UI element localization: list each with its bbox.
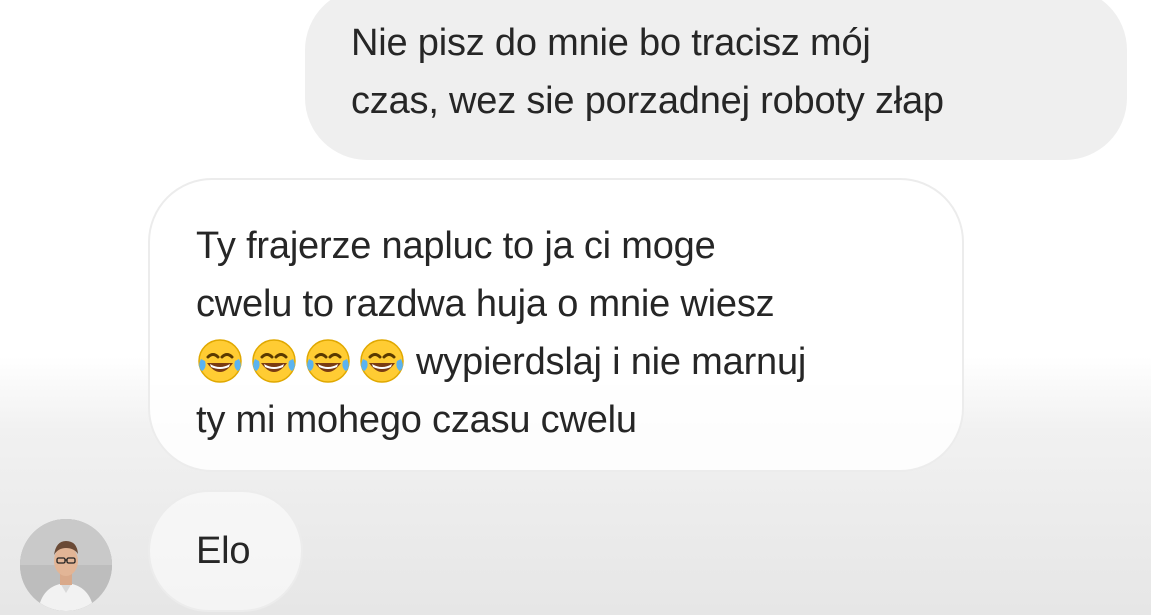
message-text-line-with-emojis: wypierdslaj i nie marnuj: [196, 333, 922, 391]
message-text-line: czas, wez sie porzadnej roboty złap: [351, 80, 944, 122]
message-text-line: ty mi mohego czasu cwelu: [196, 399, 637, 441]
message-text-line: Ty frajerze napluc to ja ci moge: [196, 225, 716, 267]
tears-of-joy-emoji-icon: [360, 339, 404, 383]
received-message-bubble[interactable]: Elo: [148, 490, 303, 612]
message-text-line: Elo: [196, 530, 251, 572]
message-thread: Nie pisz do mnie bo tracisz mój czas, we…: [0, 0, 1151, 615]
person-photo-avatar-icon: [20, 519, 112, 611]
message-text-fragment: wypierdslaj i nie marnuj: [416, 341, 807, 383]
emoji-group: [196, 337, 406, 385]
tears-of-joy-emoji-icon: [198, 339, 242, 383]
tears-of-joy-emoji-icon: [306, 339, 350, 383]
tears-of-joy-emoji-icon: [252, 339, 296, 383]
received-message-bubble[interactable]: Ty frajerze napluc to ja ci moge cwelu t…: [148, 178, 964, 472]
message-text-line: Nie pisz do mnie bo tracisz mój: [351, 22, 871, 64]
sender-avatar[interactable]: [20, 519, 112, 611]
message-text-line: cwelu to razdwa huja o mnie wiesz: [196, 283, 775, 325]
sent-message-bubble[interactable]: Nie pisz do mnie bo tracisz mój czas, we…: [305, 0, 1127, 160]
